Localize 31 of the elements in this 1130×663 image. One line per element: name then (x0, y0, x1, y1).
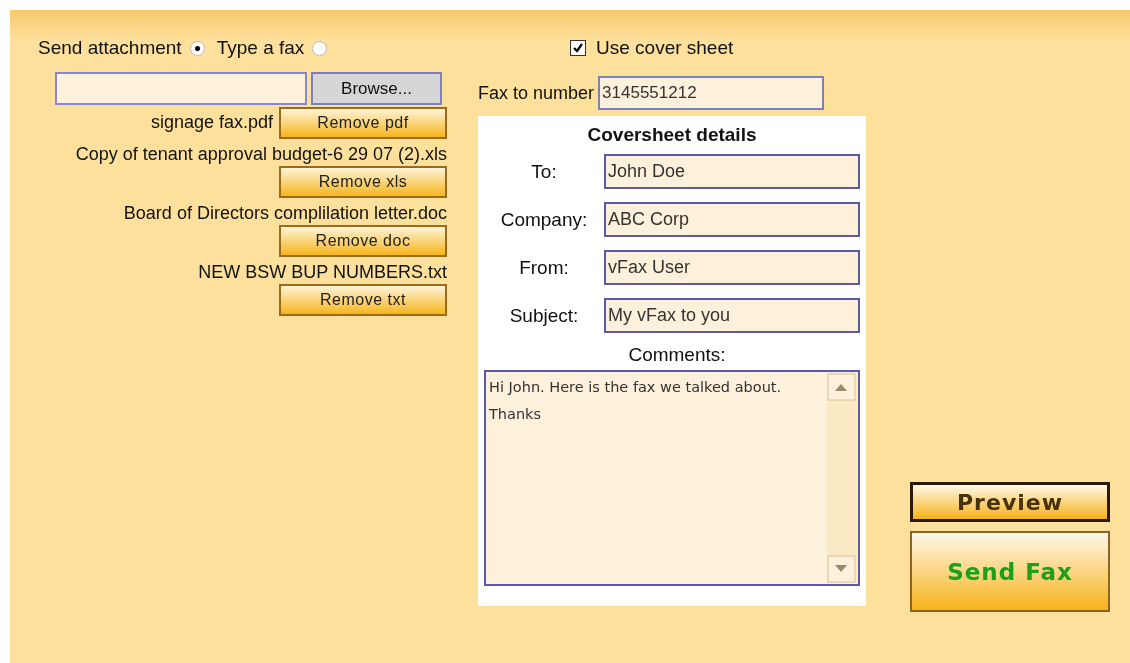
remove-button[interactable]: Remove txt (279, 284, 447, 316)
attachment-name: Copy of tenant approval budget-6 29 07 (2).xls (75, 144, 447, 164)
field-label: To: (530, 160, 558, 183)
text-field[interactable]: My vFax to you (604, 298, 860, 333)
checkbox[interactable] (570, 40, 586, 56)
field-label: Subject: (508, 304, 580, 327)
checkbox-label: Use cover sheet (596, 37, 734, 59)
attachment-name: signage fax.pdf (150, 111, 273, 132)
attachment-name: NEW BSW BUP NUMBERS.txt (198, 262, 447, 282)
fax-number-field[interactable]: 3145551212 (598, 76, 825, 110)
comments-field[interactable]: Hi John. Here is the fax we talked about. Thanks (484, 370, 860, 586)
field-label: From: (518, 256, 570, 279)
remove-button[interactable]: Remove xls (279, 166, 447, 198)
text-field[interactable]: John Doe (604, 154, 860, 189)
radio-button[interactable] (189, 40, 205, 56)
field-label: Company: (499, 208, 589, 231)
radio-button[interactable] (312, 40, 328, 56)
browse-button[interactable]: Browse... (311, 72, 442, 105)
scrollbar[interactable] (827, 373, 857, 583)
remove-button[interactable]: Remove doc (279, 225, 447, 257)
file-path-field[interactable] (55, 72, 307, 105)
radio-label: Send attachment (38, 37, 182, 59)
panel-title: Coversheet details (586, 124, 758, 146)
radio-label: Type a fax (216, 37, 305, 59)
remove-button[interactable]: Remove pdf (279, 107, 447, 139)
fax-number-label: Fax to number (478, 82, 595, 104)
text-field[interactable]: ABC Corp (604, 202, 860, 237)
comments-label: Comments: (627, 344, 727, 366)
attachment-name: Board of Directors complilation letter.doc (123, 203, 447, 223)
preview-button[interactable]: Preview (910, 482, 1110, 522)
text-field[interactable]: vFax User (604, 250, 860, 285)
